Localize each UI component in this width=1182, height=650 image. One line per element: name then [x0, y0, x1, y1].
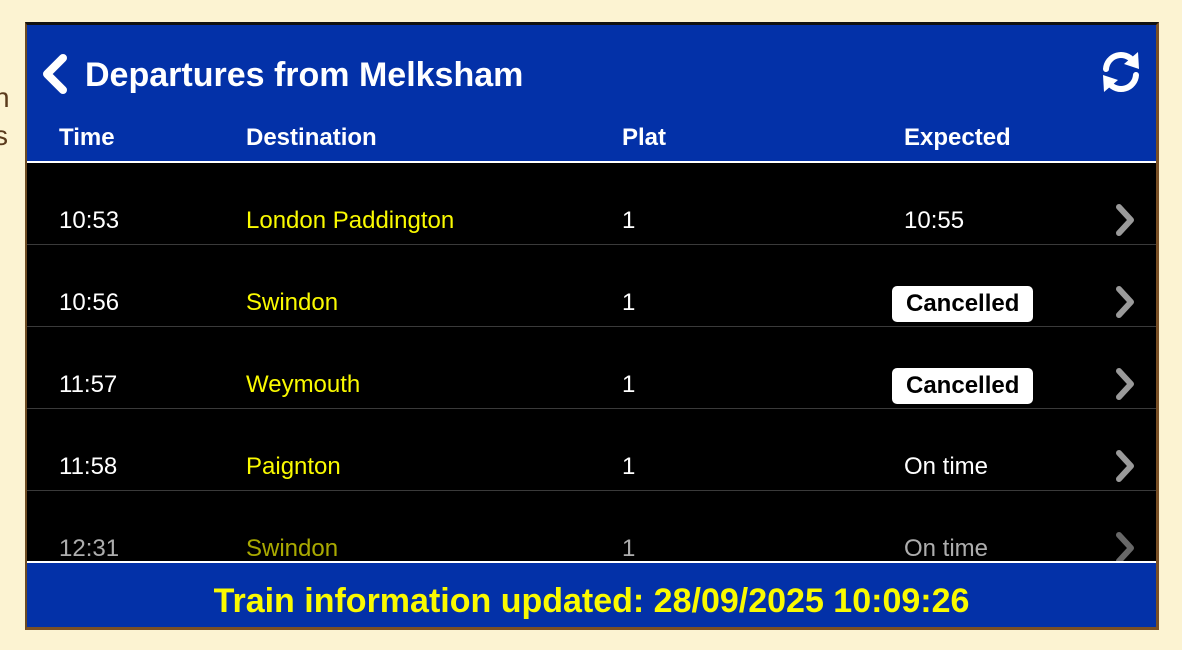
departure-time: 10:53: [59, 207, 120, 234]
update-status-bar: Train information updated: 28/09/2025 10…: [27, 561, 1156, 627]
cancelled-badge: Cancelled: [892, 368, 1034, 404]
cancelled-badge: Cancelled: [892, 286, 1034, 322]
departure-destination: London Paddington: [246, 207, 455, 234]
departure-destination: Weymouth: [246, 371, 361, 398]
departure-row[interactable]: 10:53 London Paddington 1 10:55: [27, 163, 1156, 245]
column-header-platform: Plat: [622, 124, 667, 151]
column-header-time: Time: [59, 124, 115, 151]
departure-platform: 1: [622, 371, 636, 398]
refresh-button[interactable]: [1098, 49, 1144, 95]
departure-platform: 1: [622, 453, 636, 480]
departure-time: 12:31: [59, 535, 120, 561]
chevron-left-icon: [43, 54, 67, 94]
board-header: Departures from Melksham Time Destinatio…: [27, 25, 1156, 163]
departure-time: 10:56: [59, 289, 120, 316]
departure-time: 11:57: [59, 371, 118, 398]
chevron-right-icon: [1116, 368, 1134, 400]
column-header-destination: Destination: [246, 124, 377, 151]
refresh-icon: [1103, 52, 1139, 92]
background-text-fragment: n: [0, 82, 10, 113]
departure-expected: On time: [904, 535, 989, 561]
departures-list: 10:53 London Paddington 1 10:55 10:56 Sw…: [27, 163, 1156, 561]
last-updated-text: Train information updated: 28/09/2025 10…: [213, 582, 970, 620]
departure-platform: 1: [622, 289, 636, 316]
departure-row[interactable]: 12:31 Swindon 1 On time: [27, 491, 1156, 561]
departure-time: 11:58: [59, 453, 118, 480]
background-text-fragment: s: [0, 120, 8, 151]
departure-row[interactable]: 11:57 Weymouth 1 Cancelled: [27, 327, 1156, 409]
chevron-right-icon: [1116, 450, 1134, 482]
chevron-right-icon: [1116, 204, 1134, 236]
chevron-right-icon: [1116, 532, 1134, 561]
departure-expected: On time: [904, 453, 989, 480]
departure-row[interactable]: 11:58 Paignton 1 On time: [27, 409, 1156, 491]
departure-expected: 10:55: [904, 207, 965, 234]
departure-destination: Swindon: [246, 289, 339, 316]
departure-row[interactable]: 10:56 Swindon 1 Cancelled: [27, 245, 1156, 327]
column-header-expected: Expected: [904, 124, 1011, 151]
chevron-right-icon: [1116, 286, 1134, 318]
departure-destination: Paignton: [246, 453, 341, 480]
departure-board: Departures from Melksham Time Destinatio…: [25, 22, 1159, 630]
page-title: Departures from Melksham: [85, 56, 524, 94]
back-button[interactable]: [39, 52, 71, 96]
departure-destination: Swindon: [246, 535, 339, 561]
departure-platform: 1: [622, 535, 636, 561]
departure-platform: 1: [622, 207, 636, 234]
